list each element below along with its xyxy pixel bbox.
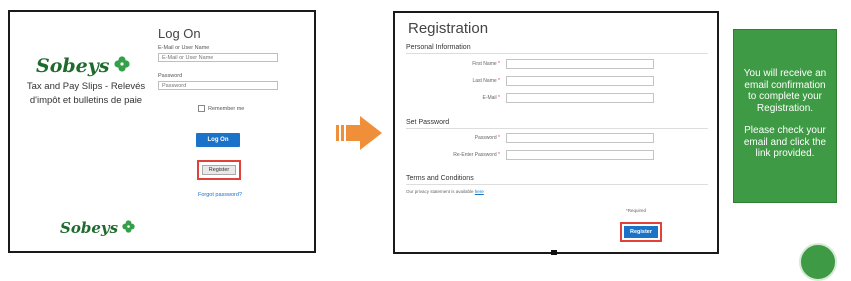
first-name-field[interactable] xyxy=(506,59,654,69)
privacy-link[interactable]: here xyxy=(475,189,484,194)
circle-button[interactable] xyxy=(799,243,837,281)
logo-text: Sobeys xyxy=(36,55,110,77)
forgot-password-link[interactable]: Forgot password? xyxy=(196,192,244,198)
divider xyxy=(406,128,708,129)
email-field[interactable] xyxy=(158,53,278,62)
personal-info-heading: Personal Information xyxy=(406,44,471,51)
info-instruction: Please check your email and click the li… xyxy=(743,125,827,159)
email-label: E-Mail or User Name xyxy=(158,45,210,51)
register-button[interactable]: Register xyxy=(202,165,236,175)
set-password-heading: Set Password xyxy=(406,119,450,126)
arrow-right-icon xyxy=(336,116,382,150)
sobeys-footer-logo: Sobeys xyxy=(60,219,135,237)
password-field[interactable] xyxy=(506,133,654,143)
password-field[interactable] xyxy=(158,81,278,90)
scroll-marker xyxy=(551,250,557,255)
password-label: Password xyxy=(158,73,183,79)
page-title: Log On xyxy=(158,26,201,41)
last-name-label: Last Name * xyxy=(472,78,500,84)
reenter-password-label: Re-Enter Password * xyxy=(453,152,500,158)
email-label: E-Mail * xyxy=(482,95,500,101)
remember-checkbox[interactable] xyxy=(198,105,205,112)
sobeys-logo: Sobeys xyxy=(36,55,130,77)
info-message: You will receive an email confirmation t… xyxy=(743,68,827,114)
divider xyxy=(406,184,708,185)
registration-title: Registration xyxy=(408,20,489,37)
required-note: *Required xyxy=(626,208,647,213)
password-label: Password * xyxy=(474,135,500,141)
footer-logo-text: Sobeys xyxy=(60,219,119,237)
remember-me[interactable]: Remember me xyxy=(198,105,244,112)
info-card: You will receive an email confirmation t… xyxy=(733,29,837,203)
remember-label: Remember me xyxy=(208,105,245,112)
leaf-icon xyxy=(122,219,135,237)
last-name-field[interactable] xyxy=(506,76,654,86)
logon-button[interactable]: Log On xyxy=(196,133,240,147)
terms-heading: Terms and Conditions xyxy=(406,175,474,182)
reenter-password-field[interactable] xyxy=(506,150,654,160)
first-name-label: First Name * xyxy=(472,61,500,67)
divider xyxy=(406,53,708,54)
email-field[interactable] xyxy=(506,93,654,103)
register-submit-button[interactable]: Register xyxy=(624,226,658,238)
leaf-icon xyxy=(113,55,130,77)
tagline: Tax and Pay Slips - Relevés d'impôt et b… xyxy=(26,81,146,106)
privacy-statement: Our privacy statement is available here xyxy=(406,189,484,194)
